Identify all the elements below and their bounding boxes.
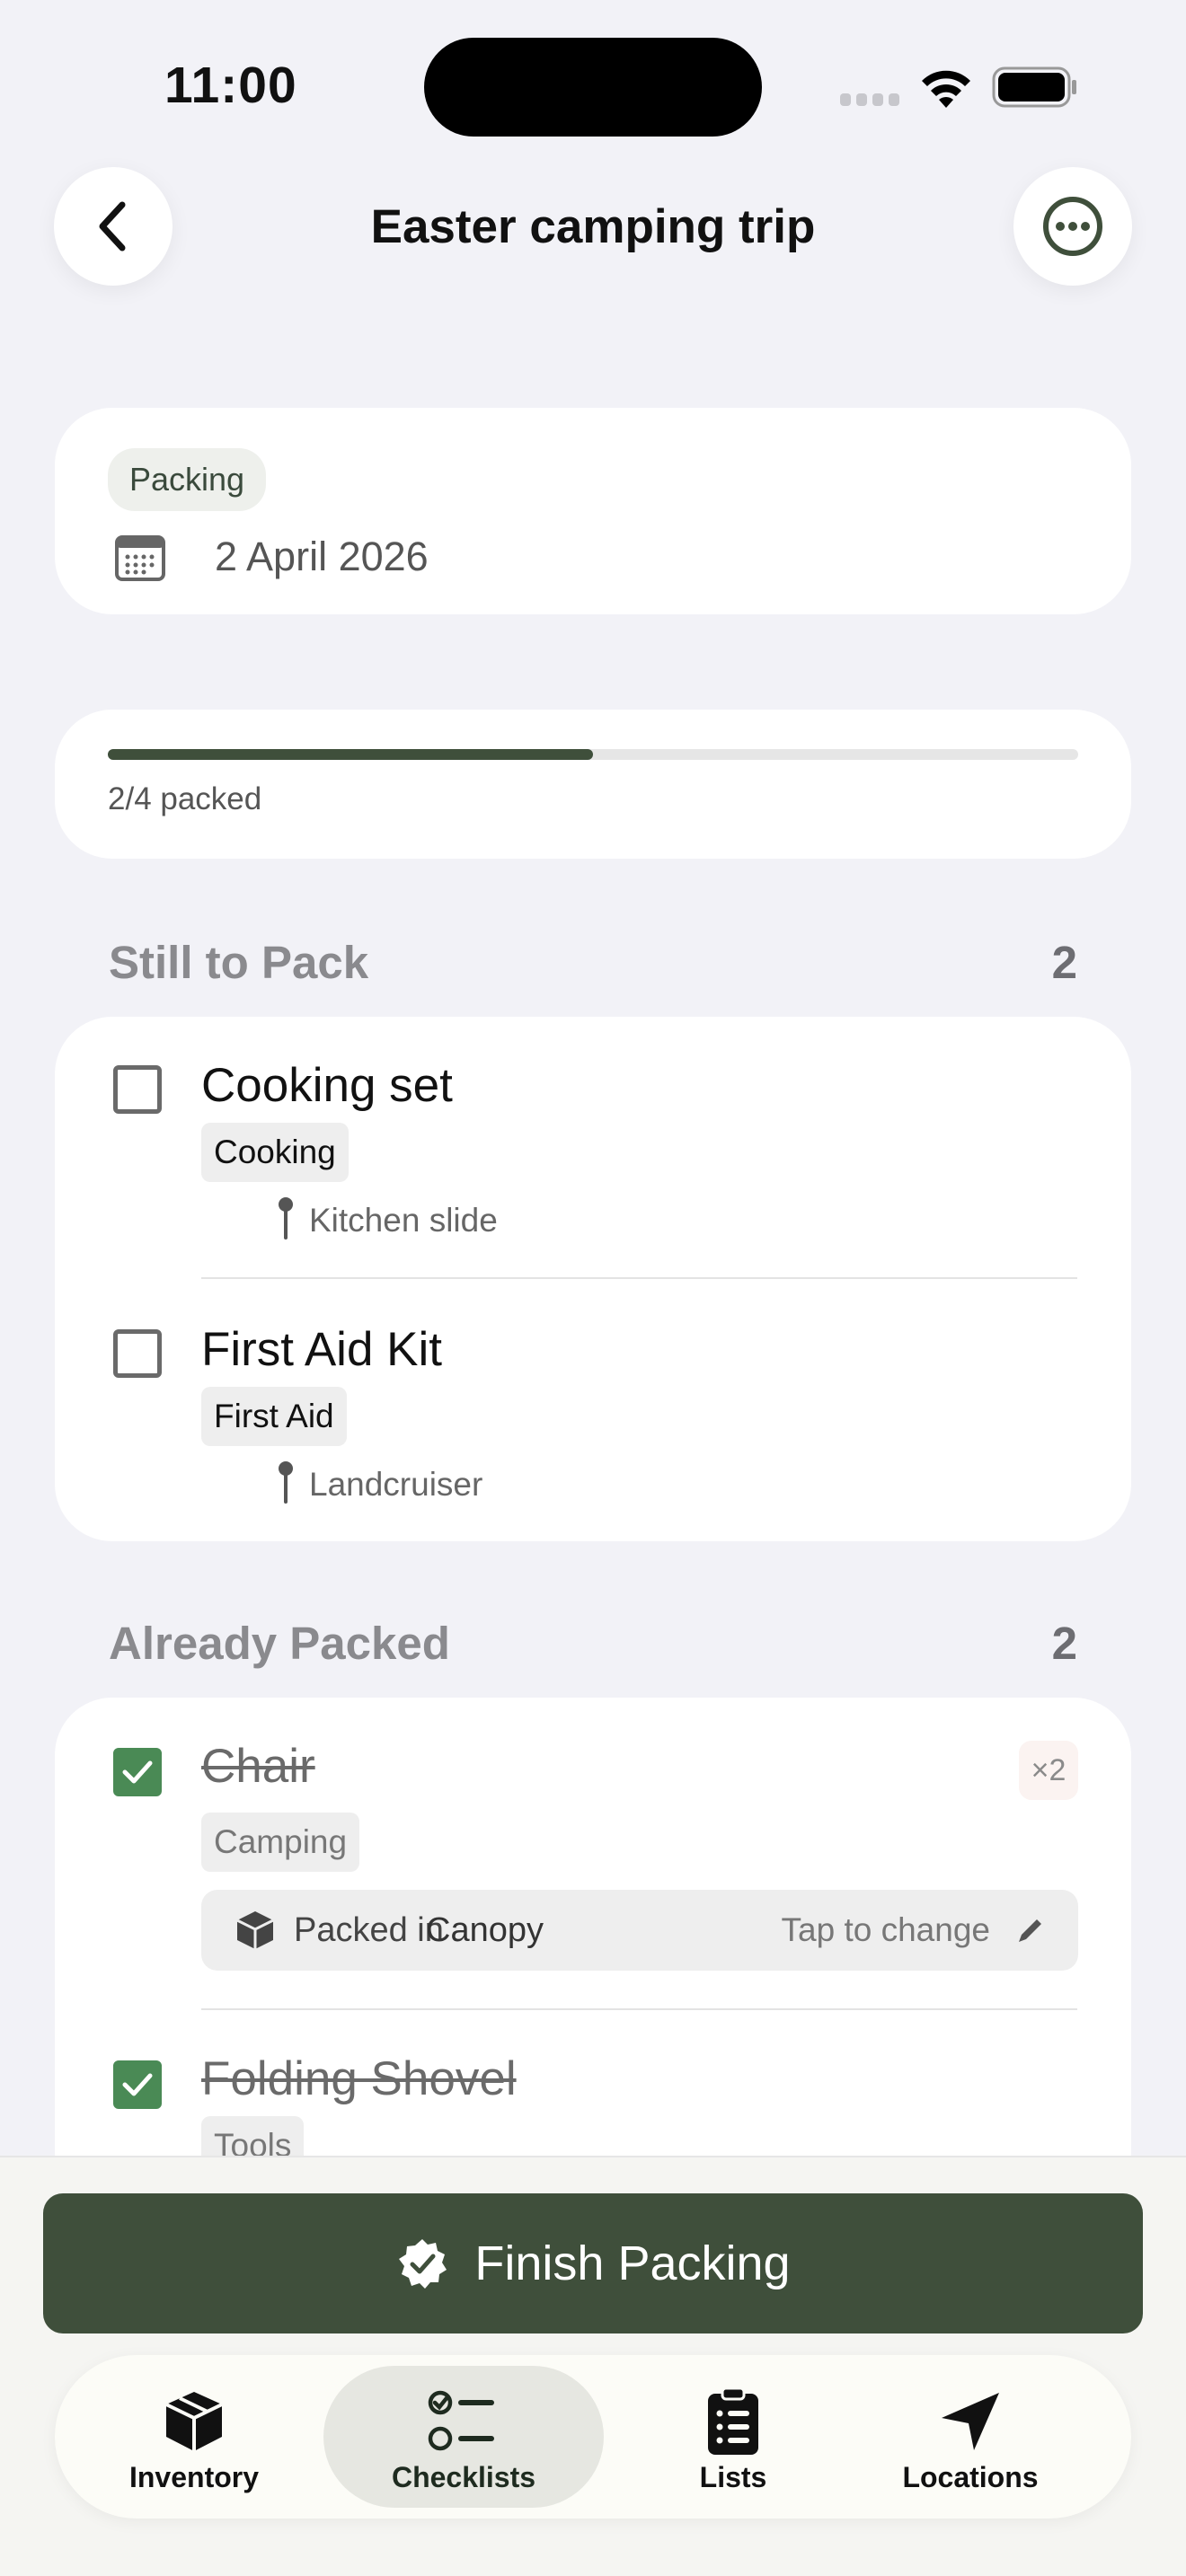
progress-card: 2/4 packed	[55, 710, 1131, 859]
trip-summary-card: Packing 2 April 2026	[55, 408, 1131, 614]
tap-to-change-hint: Tap to change	[781, 1911, 990, 1948]
section-count-already-packed: 2	[1051, 1618, 1077, 1669]
item-checkbox[interactable]	[113, 1329, 162, 1378]
cellular-signal-icon	[840, 93, 899, 106]
section-title-already-packed: Already Packed	[109, 1618, 450, 1669]
wifi-icon	[922, 70, 970, 108]
item-tag: First Aid	[201, 1387, 347, 1446]
checklist-icon	[428, 2390, 494, 2451]
dynamic-island	[424, 38, 762, 137]
tab-inventory[interactable]: Inventory	[87, 2355, 301, 2519]
item-name: Folding Shovel	[201, 2052, 517, 2105]
box-icon	[165, 2392, 223, 2451]
progress-bar	[108, 749, 1078, 760]
still-to-pack-list: Cooking set Cooking Kitchen slide First …	[55, 1017, 1131, 1541]
divider	[201, 2008, 1077, 2010]
item-checkbox-checked[interactable]	[113, 2060, 162, 2109]
location-arrow-icon	[942, 2393, 999, 2450]
item-checkbox-checked[interactable]	[113, 1748, 162, 1796]
more-options-button[interactable]	[1013, 167, 1132, 286]
tab-locations[interactable]: Locations	[863, 2355, 1077, 2519]
tab-lists[interactable]: Lists	[626, 2355, 840, 2519]
item-name: Chair	[201, 1740, 315, 1793]
item-tag: Camping	[201, 1813, 360, 1872]
packed-in-label: Packed in	[294, 1911, 444, 1949]
checkmark-icon	[122, 1760, 153, 1784]
tab-label: Lists	[699, 2461, 767, 2493]
quantity-badge: ×2	[1019, 1741, 1078, 1800]
trip-date: 2 April 2026	[215, 534, 429, 579]
item-name: First Aid Kit	[201, 1323, 443, 1376]
item-checkbox[interactable]	[113, 1065, 162, 1114]
tab-label: Locations	[902, 2461, 1039, 2493]
bottom-bar: Finish Packing Inventory Checklists List…	[0, 2156, 1186, 2576]
battery-icon	[992, 66, 1076, 108]
section-count-still-to-pack: 2	[1051, 937, 1077, 988]
tab-label: Inventory	[128, 2461, 260, 2493]
tab-label: Checklists	[391, 2461, 536, 2493]
pin-icon	[279, 1461, 293, 1504]
checkmark-icon	[122, 2073, 153, 2096]
tab-bar: Inventory Checklists Lists Locations	[55, 2355, 1131, 2519]
pin-icon	[279, 1197, 293, 1239]
progress-text: 2/4 packed	[108, 781, 262, 816]
box-icon	[236, 1911, 274, 1949]
item-tag: Cooking	[201, 1123, 349, 1182]
tab-checklists[interactable]: Checklists	[323, 2355, 604, 2519]
section-title-still-to-pack: Still to Pack	[109, 937, 369, 988]
page-title: Easter camping trip	[370, 200, 816, 253]
finish-packing-label: Finish Packing	[474, 2236, 791, 2290]
list-item[interactable]: Cooking set Cooking Kitchen slide	[55, 1017, 1131, 1279]
item-location: Kitchen slide	[309, 1202, 498, 1239]
list-item[interactable]: Chair ×2 Camping Packed in Canopy Tap to…	[55, 1698, 1131, 2012]
finish-packing-button[interactable]: Finish Packing	[43, 2193, 1143, 2333]
item-location: Landcruiser	[309, 1466, 483, 1503]
list-item[interactable]: First Aid Kit First Aid Landcruiser	[55, 1279, 1131, 1541]
calendar-icon	[115, 535, 165, 581]
packed-in-location-button[interactable]: Packed in Canopy Tap to change	[201, 1890, 1078, 1971]
clipboard-list-icon	[708, 2386, 758, 2455]
pencil-icon	[1019, 1919, 1041, 1942]
status-time: 11:00	[164, 57, 297, 114]
ellipsis-circle-icon	[1043, 197, 1102, 256]
item-name: Cooking set	[201, 1059, 453, 1112]
checkmark-seal-icon	[399, 2239, 447, 2289]
packed-in-value: Canopy	[426, 1911, 544, 1949]
status-pill: Packing	[108, 448, 267, 511]
progress-bar-fill	[108, 749, 593, 760]
